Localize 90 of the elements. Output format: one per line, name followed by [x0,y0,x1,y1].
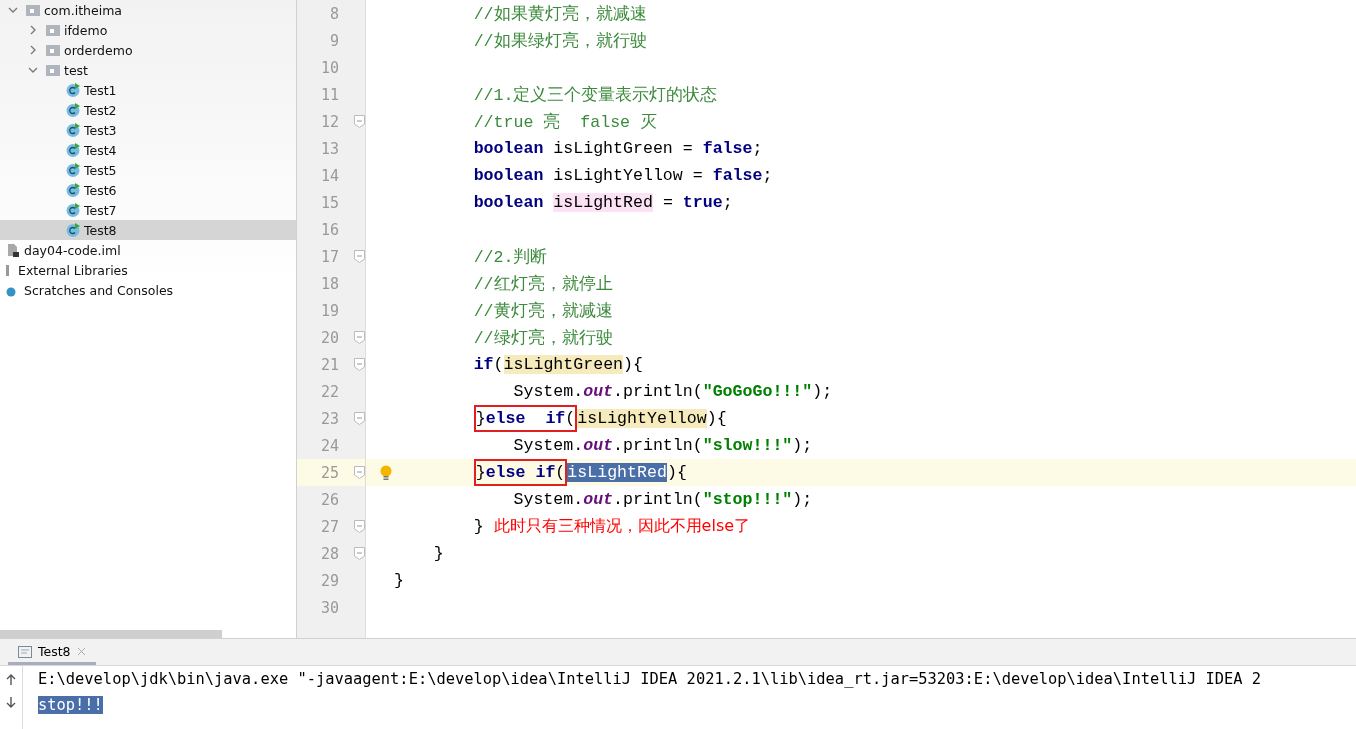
arrow-up-icon[interactable] [5,674,17,686]
code-line: System.out.println("stop!!!"); [512,489,813,511]
code-line: //2.判断 [472,246,548,269]
code-line: //true 亮 false 灭 [472,111,658,134]
line-number: 8 [328,4,339,23]
line-number: 23 [319,409,339,428]
class-icon [66,83,80,97]
tree-item[interactable]: Test1 [0,80,296,100]
line-number: 24 [319,436,339,455]
tree-item[interactable]: Test5 [0,160,296,180]
line-number: 22 [319,382,339,401]
line-number: 30 [319,598,339,617]
code-line: //如果绿灯亮，就行驶 [472,30,647,53]
line-number: 18 [319,274,339,293]
class-icon [66,203,80,217]
line-number: 21 [319,355,339,374]
line-number: 26 [319,490,339,509]
scrollbar[interactable] [0,630,222,638]
line-number: 28 [319,544,339,563]
code-line: }else if(isLightRed){ [394,459,687,486]
code-line: boolean isLightYellow = false; [472,165,773,187]
arrow-down-icon[interactable] [5,696,17,708]
tree-item[interactable]: Scratches and Consoles [0,280,296,300]
run-tab[interactable]: Test8 [8,641,96,665]
line-number: 20 [319,328,339,347]
tree-item[interactable]: Test7 [0,200,296,220]
class-icon [66,103,80,117]
folder-icon [46,43,60,57]
tree-item[interactable]: Test3 [0,120,296,140]
tree-item[interactable]: Test6 [0,180,296,200]
tree-item[interactable]: Test8 [0,220,296,240]
fold-icon[interactable] [354,520,365,533]
code-line: boolean isLightGreen = false; [472,138,763,160]
line-number: 11 [319,85,339,104]
lightbulb-icon[interactable] [380,464,392,481]
library-icon [6,264,9,276]
line-number: 16 [319,220,339,239]
code-line: //如果黄灯亮，就减速 [472,3,647,26]
line-number: 17 [319,247,339,266]
line-number: 9 [328,31,339,50]
code-line: //红灯亮，就停止 [472,273,613,296]
tree-item[interactable]: ifdemo [0,20,296,40]
fold-icon[interactable] [354,115,365,128]
code-line: //1.定义三个变量表示灯的状态 [472,84,718,107]
code-line: System.out.println("slow!!!"); [512,435,813,457]
folder-icon [46,63,60,77]
line-number: 19 [319,301,339,320]
fold-icon[interactable] [354,547,365,560]
class-icon [66,143,80,157]
tree-item[interactable]: day04-code.iml [0,240,296,260]
line-number: 25 [319,463,339,482]
line-number: 27 [319,517,339,536]
class-icon [66,123,80,137]
line-number: 15 [319,193,339,212]
line-number: 10 [319,58,339,77]
line-number: 29 [319,571,339,590]
tree-item[interactable]: Test2 [0,100,296,120]
tree-item[interactable]: test [0,60,296,80]
class-icon [66,223,80,237]
code-line: //黄灯亮，就减速 [472,300,613,323]
class-icon [66,163,80,177]
tree-item[interactable]: com.itheima [0,0,296,20]
fold-icon[interactable] [354,250,365,263]
line-number: 13 [319,139,339,158]
class-icon [66,183,80,197]
code-line: //绿灯亮，就行驶 [472,327,613,350]
code-line: if(isLightGreen){ [472,354,643,376]
line-number: 12 [319,112,339,131]
close-icon[interactable] [76,647,86,656]
file-icon [6,243,20,257]
code-line: } [432,543,444,565]
code-line: } 此时只有三种情况，因此不用else了 [472,515,751,538]
line-number: 14 [319,166,339,185]
chevron-down-icon[interactable] [8,5,18,15]
fold-icon[interactable] [354,358,365,371]
tree-item[interactable]: Test4 [0,140,296,160]
tree-item[interactable]: orderdemo [0,40,296,60]
fold-icon[interactable] [354,331,365,344]
console-icon [18,645,32,658]
fold-icon[interactable] [354,412,365,425]
code-line: System.out.println("GoGoGo!!!"); [512,381,833,403]
tree-item[interactable]: External Libraries [0,260,296,280]
fold-icon[interactable] [354,466,365,479]
folder-icon [46,23,60,37]
code-line: } [394,570,404,592]
chevron-down-icon[interactable] [28,65,38,75]
code-line: boolean isLightRed = true; [472,192,733,214]
code-line: }else if(isLightYellow){ [394,405,727,432]
console-line: E:\develop\jdk\bin\java.exe "-javaagent:E:\develop\idea\IntelliJ IDEA 2021.2.1\lib\idea_rt.jar=53203:E:\develop\idea\IntelliJ IDEA 2 [38,670,1262,688]
folder-icon [26,3,40,17]
